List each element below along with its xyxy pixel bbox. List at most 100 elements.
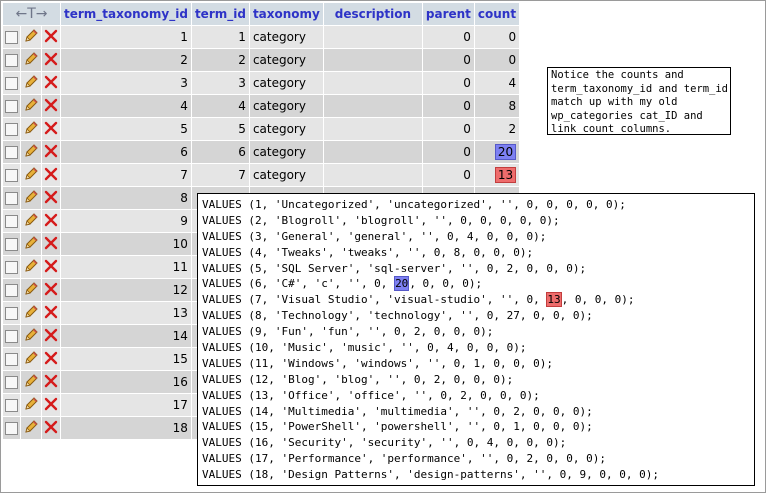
- checkbox-icon[interactable]: [5, 422, 18, 435]
- delete-button[interactable]: [42, 279, 60, 301]
- pencil-icon[interactable]: [23, 396, 39, 415]
- delete-button[interactable]: [42, 302, 60, 324]
- delete-button[interactable]: [42, 256, 60, 278]
- row-checkbox[interactable]: [3, 417, 20, 439]
- delete-x-icon[interactable]: [44, 121, 58, 138]
- delete-button[interactable]: [42, 233, 60, 255]
- delete-x-icon[interactable]: [44, 351, 58, 368]
- checkbox-icon[interactable]: [5, 330, 18, 343]
- checkbox-icon[interactable]: [5, 31, 18, 44]
- delete-x-icon[interactable]: [44, 374, 58, 391]
- pencil-icon[interactable]: [23, 350, 39, 369]
- checkbox-icon[interactable]: [5, 77, 18, 90]
- edit-button[interactable]: [21, 95, 41, 117]
- pencil-icon[interactable]: [23, 281, 39, 300]
- delete-x-icon[interactable]: [44, 328, 58, 345]
- delete-x-icon[interactable]: [44, 167, 58, 184]
- delete-x-icon[interactable]: [44, 420, 58, 437]
- delete-x-icon[interactable]: [44, 144, 58, 161]
- column-header-count[interactable]: count: [474, 3, 520, 25]
- table-row[interactable]: 3 3 category 0 4: [3, 72, 520, 94]
- edit-button[interactable]: [21, 210, 41, 232]
- delete-button[interactable]: [42, 417, 60, 439]
- pencil-icon[interactable]: [23, 419, 39, 438]
- table-row[interactable]: 1 1 category 0 0: [3, 26, 520, 48]
- table-row[interactable]: 7 7 category 0 13: [3, 164, 520, 186]
- edit-button[interactable]: [21, 49, 41, 71]
- checkbox-icon[interactable]: [5, 100, 18, 113]
- edit-button[interactable]: [21, 325, 41, 347]
- table-row[interactable]: 5 5 category 0 2: [3, 118, 520, 140]
- pencil-icon[interactable]: [23, 28, 39, 47]
- delete-button[interactable]: [42, 210, 60, 232]
- edit-button[interactable]: [21, 279, 41, 301]
- delete-x-icon[interactable]: [44, 52, 58, 69]
- edit-button[interactable]: [21, 26, 41, 48]
- edit-button[interactable]: [21, 118, 41, 140]
- edit-button[interactable]: [21, 302, 41, 324]
- row-checkbox[interactable]: [3, 118, 20, 140]
- checkbox-icon[interactable]: [5, 307, 18, 320]
- row-checkbox[interactable]: [3, 348, 20, 370]
- row-checkbox[interactable]: [3, 95, 20, 117]
- checkbox-icon[interactable]: [5, 215, 18, 228]
- delete-x-icon[interactable]: [44, 29, 58, 46]
- edit-button[interactable]: [21, 394, 41, 416]
- row-checkbox[interactable]: [3, 394, 20, 416]
- delete-button[interactable]: [42, 164, 60, 186]
- edit-button[interactable]: [21, 72, 41, 94]
- checkbox-icon[interactable]: [5, 261, 18, 274]
- delete-button[interactable]: [42, 371, 60, 393]
- delete-button[interactable]: [42, 187, 60, 209]
- delete-x-icon[interactable]: [44, 282, 58, 299]
- checkbox-icon[interactable]: [5, 238, 18, 251]
- delete-button[interactable]: [42, 26, 60, 48]
- delete-x-icon[interactable]: [44, 236, 58, 253]
- edit-button[interactable]: [21, 256, 41, 278]
- table-row[interactable]: 4 4 category 0 8: [3, 95, 520, 117]
- row-checkbox[interactable]: [3, 187, 20, 209]
- checkbox-icon[interactable]: [5, 123, 18, 136]
- edit-button[interactable]: [21, 371, 41, 393]
- row-checkbox[interactable]: [3, 325, 20, 347]
- checkbox-icon[interactable]: [5, 54, 18, 67]
- delete-x-icon[interactable]: [44, 98, 58, 115]
- delete-button[interactable]: [42, 394, 60, 416]
- row-checkbox[interactable]: [3, 210, 20, 232]
- delete-x-icon[interactable]: [44, 397, 58, 414]
- checkbox-icon[interactable]: [5, 399, 18, 412]
- pencil-icon[interactable]: [23, 189, 39, 208]
- pencil-icon[interactable]: [23, 74, 39, 93]
- delete-button[interactable]: [42, 348, 60, 370]
- edit-button[interactable]: [21, 348, 41, 370]
- row-checkbox[interactable]: [3, 371, 20, 393]
- row-checkbox[interactable]: [3, 279, 20, 301]
- delete-button[interactable]: [42, 49, 60, 71]
- row-checkbox[interactable]: [3, 256, 20, 278]
- table-row[interactable]: 6 6 category 0 20: [3, 141, 520, 163]
- pencil-icon[interactable]: [23, 304, 39, 323]
- delete-button[interactable]: [42, 118, 60, 140]
- delete-button[interactable]: [42, 141, 60, 163]
- pencil-icon[interactable]: [23, 235, 39, 254]
- row-checkbox[interactable]: [3, 164, 20, 186]
- edit-button[interactable]: [21, 233, 41, 255]
- row-checkbox[interactable]: [3, 72, 20, 94]
- edit-button[interactable]: [21, 141, 41, 163]
- delete-x-icon[interactable]: [44, 305, 58, 322]
- checkbox-icon[interactable]: [5, 376, 18, 389]
- column-header-parent[interactable]: parent: [422, 3, 474, 25]
- pencil-icon[interactable]: [23, 143, 39, 162]
- column-header-description[interactable]: description: [323, 3, 422, 25]
- checkbox-icon[interactable]: [5, 169, 18, 182]
- column-header-taxonomy[interactable]: taxonomy: [249, 3, 323, 25]
- row-checkbox[interactable]: [3, 49, 20, 71]
- pencil-icon[interactable]: [23, 51, 39, 70]
- pencil-icon[interactable]: [23, 166, 39, 185]
- column-header-term-id[interactable]: term_id: [191, 3, 249, 25]
- delete-x-icon[interactable]: [44, 213, 58, 230]
- pencil-icon[interactable]: [23, 120, 39, 139]
- checkbox-icon[interactable]: [5, 192, 18, 205]
- checkbox-icon[interactable]: [5, 146, 18, 159]
- edit-button[interactable]: [21, 187, 41, 209]
